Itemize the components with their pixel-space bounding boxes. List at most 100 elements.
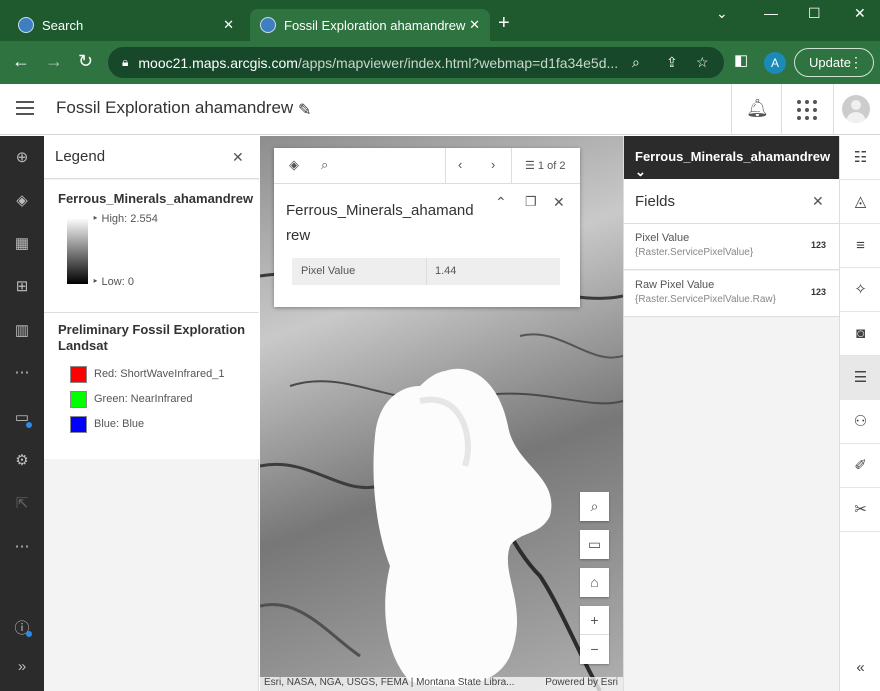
maximize-icon[interactable]: ☐ <box>808 5 821 22</box>
more-icon[interactable]: ⋯ <box>0 537 44 555</box>
labels-icon[interactable]: ⚇ <box>840 400 880 444</box>
dock-icon[interactable]: ◈ <box>289 157 299 173</box>
fields-layer-selector[interactable]: Ferrous_Minerals_ahamandrew ⌄ <box>624 136 840 179</box>
home-button[interactable]: ⌂ <box>580 568 609 597</box>
chevron-down-icon[interactable]: ⌄ <box>716 5 728 22</box>
close-icon[interactable]: ✕ <box>553 194 565 211</box>
url-host: mooc21.maps.arcgis.com <box>138 54 298 71</box>
legend-layer-name: Preliminary Fossil Exploration Landsat <box>58 322 246 353</box>
star-icon[interactable]: ☆ <box>696 54 709 71</box>
green-swatch <box>70 391 87 408</box>
divider <box>426 258 427 285</box>
close-tab-icon[interactable]: ✕ <box>223 17 234 33</box>
number-type-icon: 123 <box>811 240 827 250</box>
minimize-icon[interactable]: — <box>764 5 778 21</box>
side-panel-icon[interactable]: ◧ <box>734 51 748 69</box>
close-tab-icon[interactable]: ✕ <box>469 17 480 33</box>
divider <box>731 84 732 135</box>
globe-icon <box>260 17 276 33</box>
new-tab-button[interactable]: + <box>498 12 510 35</box>
browser-tab-active[interactable]: Fossil Exploration ahamandrew ✕ <box>250 9 490 41</box>
close-icon[interactable]: ✕ <box>232 149 244 166</box>
divider <box>781 84 782 135</box>
effects-icon[interactable]: ✧ <box>840 268 880 312</box>
forward-icon[interactable]: → <box>45 51 63 72</box>
browser-tab-search[interactable]: Search ✕ <box>8 9 244 41</box>
back-icon[interactable]: ← <box>12 51 30 72</box>
table-icon[interactable]: ▦ <box>0 234 44 252</box>
pencil-icon[interactable]: ✎ <box>298 100 311 120</box>
settings-icon[interactable]: ⚙ <box>0 451 44 469</box>
folder-icon[interactable]: ▭ <box>0 408 44 426</box>
divider <box>833 84 834 135</box>
feature-pager[interactable]: ☰ 1 of 2 <box>525 159 565 172</box>
next-icon[interactable]: › <box>491 157 495 172</box>
tab-title: Fossil Exploration ahamandrew <box>284 17 466 33</box>
layers-icon[interactable]: ◈ <box>0 191 44 209</box>
red-swatch <box>70 366 87 383</box>
collapse-icon[interactable]: ⌃ <box>495 194 507 211</box>
notification-dot <box>26 422 32 428</box>
app-launcher-icon[interactable] <box>797 100 817 120</box>
share-icon[interactable]: ⇪ <box>666 54 678 71</box>
zoom-to-icon[interactable]: ⌕ <box>321 157 328 173</box>
lock-icon: 🔒︎ <box>122 55 129 69</box>
search-button[interactable]: ⌕ <box>580 492 609 521</box>
charts-icon[interactable]: ▥ <box>0 321 44 339</box>
map-attribution: Esri, NASA, NGA, USGS, FEMA | Montana St… <box>260 677 623 691</box>
powered-by[interactable]: Powered by Esri <box>545 677 618 688</box>
dock-popup-icon[interactable]: ❐ <box>525 194 537 210</box>
popup-toolbar: ◈ ⌕ ‹ › ☰ 1 of 2 <box>274 148 580 184</box>
field-name: Raw Pixel Value <box>635 279 715 291</box>
band-label: Blue: Blue <box>94 418 145 430</box>
expand-icon[interactable]: » <box>0 658 44 675</box>
analysis-tool-icon[interactable]: ✂ <box>840 488 880 532</box>
divider <box>44 312 259 313</box>
zoom-in-button[interactable]: + <box>580 606 609 635</box>
zoom-controls: + − <box>580 606 609 664</box>
more-vert-icon[interactable]: ⋮ <box>849 54 863 71</box>
update-button[interactable]: Update ⋮ <box>794 48 874 77</box>
legend-body: Ferrous_Minerals_ahamandrew ‣ High: 2.55… <box>44 180 259 459</box>
field-row[interactable]: Raw Pixel Value {Raster.ServicePixelValu… <box>624 271 840 317</box>
legend-title: Legend <box>55 148 106 165</box>
color-ramp <box>67 218 88 284</box>
info-icon[interactable]: ⓘ <box>0 617 44 638</box>
field-value: 1.44 <box>435 265 457 277</box>
configure-popup-icon[interactable]: ◙ <box>840 312 880 356</box>
share-icon[interactable]: ⇱ <box>0 494 44 512</box>
chevron-down-icon: ⌄ <box>635 164 646 179</box>
close-window-icon[interactable]: ✕ <box>854 5 866 22</box>
more-icon[interactable]: ⋯ <box>0 363 44 381</box>
address-bar[interactable]: 🔒︎ mooc21.maps.arcgis.com/apps/mapviewer… <box>108 47 724 78</box>
legend-layer-name: Ferrous_Minerals_ahamandrew <box>58 191 254 206</box>
browser-chrome: Search ✕ Fossil Exploration ahamandrew ✕… <box>0 0 880 84</box>
fields-icon[interactable]: ≡ <box>840 224 880 268</box>
full-extent-button[interactable]: ▭ <box>580 530 609 559</box>
legend-header: Legend ✕ <box>44 136 259 179</box>
popup-title: Ferrous_Minerals_ahamandrew <box>286 202 474 244</box>
field-row[interactable]: Pixel Value {Raster.ServicePixelValue} 1… <box>624 224 840 270</box>
band-label: Red: ShortWaveInfrared_1 <box>94 368 225 380</box>
hamburger-menu-icon[interactable] <box>16 101 34 115</box>
properties-icon[interactable]: ☷ <box>840 136 880 180</box>
reload-icon[interactable]: ↻ <box>78 51 93 72</box>
number-type-icon: 123 <box>811 287 827 297</box>
url-path: /apps/mapviewer/index.html?webmap=d1fa34… <box>297 54 619 71</box>
divider <box>511 148 512 184</box>
sketch-icon[interactable]: ✐ <box>840 444 880 488</box>
zoom-out-button[interactable]: − <box>580 635 609 664</box>
previous-icon[interactable]: ‹ <box>458 157 462 172</box>
user-avatar[interactable] <box>842 95 870 123</box>
band-label: Green: NearInfrared <box>94 393 193 405</box>
configure-fields-icon[interactable]: ☰ <box>840 356 880 400</box>
update-label: Update <box>809 55 851 70</box>
bell-icon[interactable]: 🔔︎ <box>746 98 769 119</box>
basemap-icon[interactable]: ⊞ <box>0 277 44 295</box>
add-layer-icon[interactable]: ⊕ <box>0 148 44 166</box>
collapse-panel-icon[interactable]: « <box>840 646 880 690</box>
close-icon[interactable]: ✕ <box>812 193 824 210</box>
zoom-search-icon[interactable]: ⌕ <box>632 54 640 71</box>
profile-avatar[interactable]: A <box>764 52 786 74</box>
styles-icon[interactable]: ◬ <box>840 180 880 224</box>
